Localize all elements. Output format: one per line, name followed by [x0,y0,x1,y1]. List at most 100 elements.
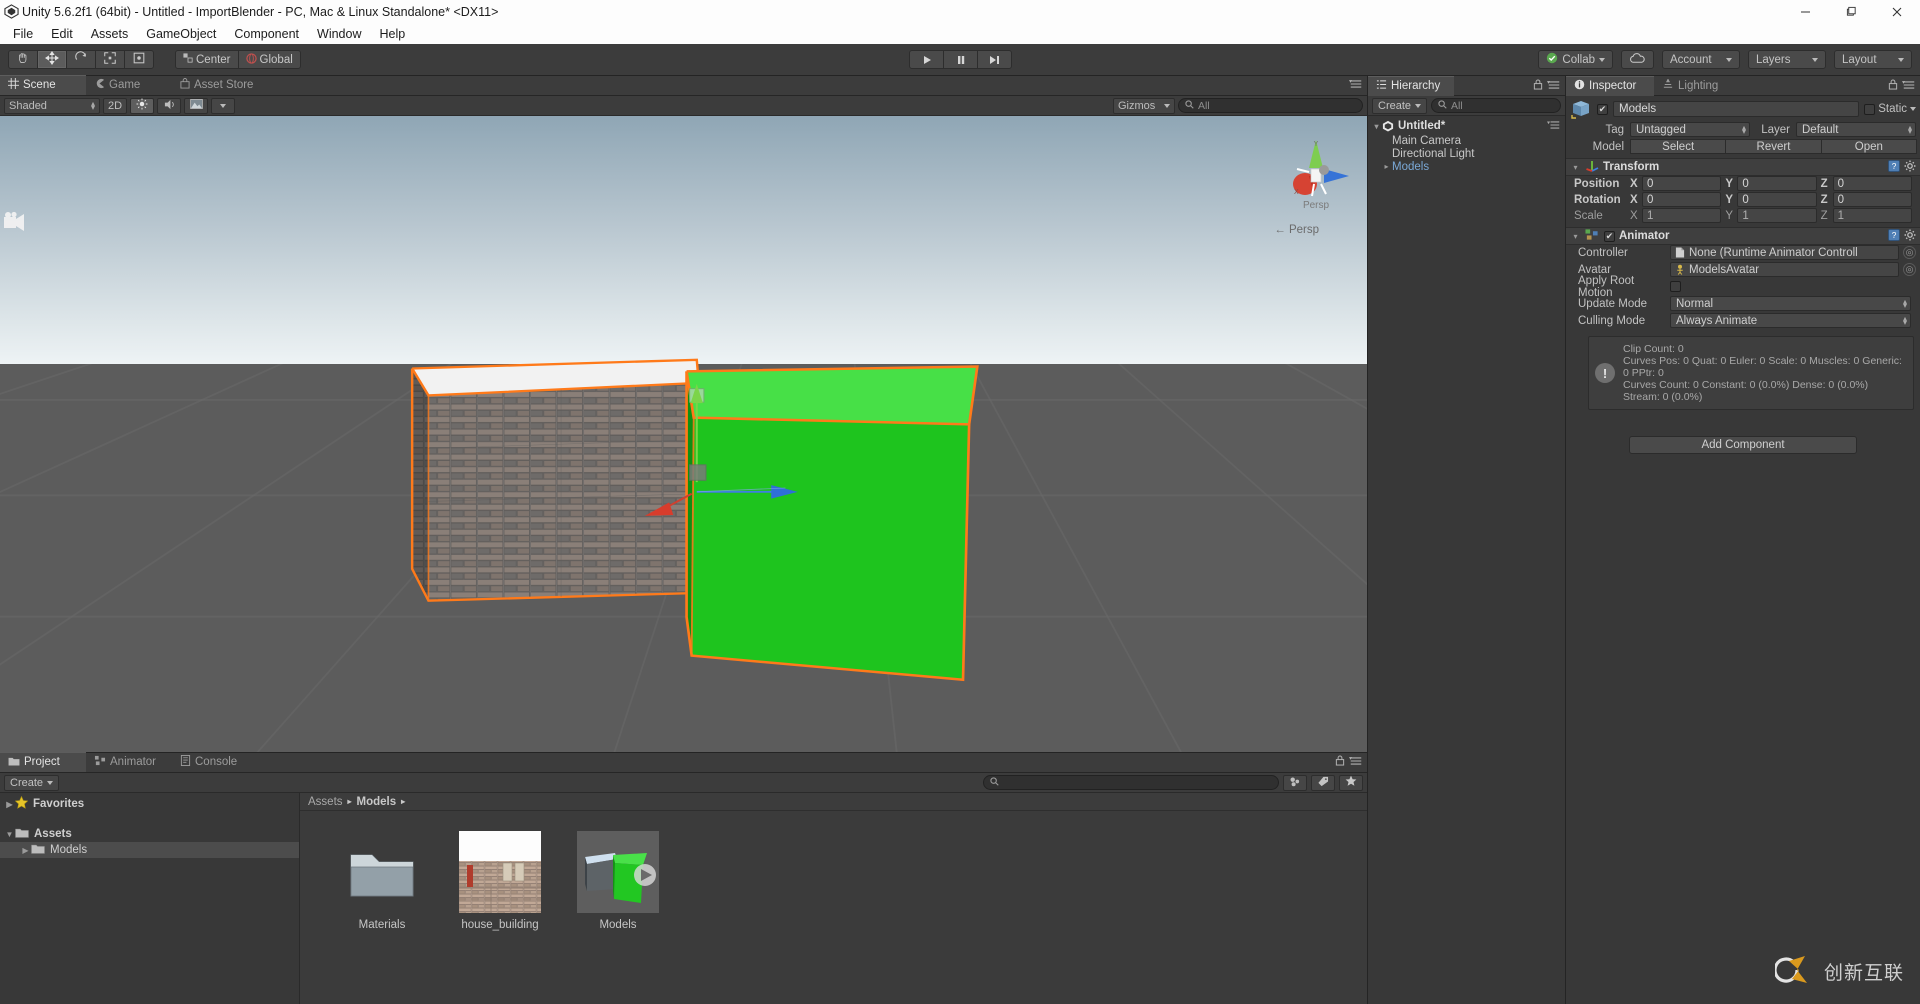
scene-audio-toggle[interactable] [157,98,181,114]
filter-by-type-button[interactable] [1283,775,1307,791]
model-revert-button[interactable]: Revert [1725,139,1821,154]
avatar-object-field[interactable]: ModelsAvatar [1670,262,1899,277]
gameobject-name-input[interactable]: Models [1613,101,1859,117]
position-x-value[interactable]: 0 [1642,176,1721,191]
scene-lighting-toggle[interactable] [130,98,154,114]
pivot-mode-button[interactable]: Center [175,50,239,69]
project-create-button[interactable]: Create [4,775,59,791]
hierarchy-row-directional-light[interactable]: Directional Light [1368,147,1565,160]
position-x-field[interactable]: X 0 [1630,176,1721,191]
maximize-button[interactable] [1828,0,1874,23]
scene-search-input[interactable]: All [1178,98,1363,113]
gizmos-dropdown[interactable]: Gizmos [1113,98,1175,114]
add-component-button[interactable]: Add Component [1629,436,1857,454]
hierarchy-row-models[interactable]: ▸ Models [1368,160,1565,173]
layers-button[interactable]: Layers [1748,50,1826,69]
play-button[interactable] [909,50,944,69]
transform-component-header[interactable]: ▾ Transform ? [1566,158,1920,176]
position-z-field[interactable]: Z 0 [1821,176,1912,191]
scale-z-value[interactable]: 1 [1833,208,1912,223]
static-toggle-group[interactable]: Static [1864,103,1916,115]
lock-icon[interactable] [1533,79,1543,93]
position-z-value[interactable]: 0 [1833,176,1912,191]
tag-dropdown[interactable]: Untagged ▴▾ [1630,122,1750,137]
chevron-down-icon[interactable]: ▾ [1371,122,1382,131]
rect-tool-button[interactable] [124,50,154,69]
layout-button[interactable]: Layout [1834,50,1912,69]
menu-item-file[interactable]: File [4,25,42,43]
scene-axis-gizmo[interactable]: Y X [1279,138,1353,212]
scale-x-value[interactable]: 1 [1642,208,1721,223]
hierarchy-search-input[interactable]: All [1431,98,1561,113]
breadcrumb-assets[interactable]: Assets [308,796,343,808]
house-building-cube[interactable] [412,360,699,601]
chevron-right-icon[interactable]: ▶ [20,846,31,855]
scene-objects[interactable] [0,116,1367,752]
tab-console[interactable]: Console [172,752,258,772]
chevron-down-icon[interactable]: ▾ [1570,232,1581,241]
tab-project[interactable]: Project [0,752,86,772]
chevron-right-icon[interactable]: ▶ [4,800,15,809]
model-select-button[interactable]: Select [1630,139,1726,154]
tree-row-favorites[interactable]: ▶ Favorites [0,796,299,812]
asset-item-materials[interactable]: Materials [334,831,430,931]
rotation-z-value[interactable]: 0 [1833,192,1912,207]
account-button[interactable]: Account [1662,50,1740,69]
rotation-z-field[interactable]: Z 0 [1821,192,1912,207]
menu-item-help[interactable]: Help [370,25,414,43]
scene-context-menu-icon[interactable] [1547,120,1561,133]
position-y-value[interactable]: 0 [1737,176,1816,191]
gear-icon[interactable] [1904,160,1916,175]
breadcrumb-models[interactable]: Models [357,796,397,808]
menu-item-edit[interactable]: Edit [42,25,82,43]
close-button[interactable] [1874,0,1920,23]
position-y-field[interactable]: Y 0 [1725,176,1816,191]
tree-row-models[interactable]: ▶ Models [0,842,299,858]
camera-gizmo-icon[interactable] [4,211,30,236]
add-favorite-button[interactable] [1339,775,1363,791]
menu-item-assets[interactable]: Assets [82,25,138,43]
hamburger-icon[interactable] [1349,78,1363,92]
hamburger-icon[interactable] [1349,755,1363,769]
cloud-services-button[interactable] [1621,50,1654,69]
hamburger-icon[interactable] [1902,79,1916,93]
shading-mode-dropdown[interactable]: Shaded ▴▾ [4,98,100,114]
hand-tool-button[interactable] [8,50,38,69]
hamburger-icon[interactable] [1547,79,1561,93]
controller-object-field[interactable]: None (Runtime Animator Controll [1670,245,1899,260]
tree-row-assets[interactable]: ▼ Assets [0,826,299,842]
green-cube[interactable] [687,367,978,680]
animator-enabled-checkbox[interactable]: ✔ [1604,231,1615,242]
scale-tool-button[interactable] [95,50,125,69]
tab-asset-store[interactable]: Asset Store [172,75,267,95]
menu-item-component[interactable]: Component [225,25,308,43]
rotation-y-field[interactable]: Y 0 [1725,192,1816,207]
asset-item-house-building[interactable]: house_building [452,831,548,931]
2d-toggle-button[interactable]: 2D [103,98,127,114]
scale-y-field[interactable]: Y 1 [1725,208,1816,223]
hierarchy-row-scene[interactable]: ▾ Untitled* [1368,118,1565,134]
chevron-down-icon[interactable] [1910,107,1916,111]
rotation-x-value[interactable]: 0 [1642,192,1721,207]
culling-mode-dropdown[interactable]: Always Animate ▴▾ [1670,313,1911,328]
animator-component-header[interactable]: ▾ ✔ Animator ? [1566,227,1920,245]
project-search-input[interactable] [983,775,1279,790]
help-icon[interactable]: ? [1888,229,1900,244]
hierarchy-create-button[interactable]: Create [1372,98,1427,114]
menu-item-window[interactable]: Window [308,25,370,43]
filter-by-label-button[interactable] [1311,775,1335,791]
scene-fx-caret[interactable] [211,98,235,114]
pause-button[interactable] [943,50,978,69]
rotation-x-field[interactable]: X 0 [1630,192,1721,207]
apply-root-motion-checkbox[interactable] [1670,281,1681,292]
static-checkbox[interactable] [1864,104,1875,115]
rotation-y-value[interactable]: 0 [1737,192,1816,207]
tab-lighting[interactable]: Lighting [1654,76,1734,96]
tab-scene[interactable]: Scene [0,75,86,95]
scale-y-value[interactable]: 1 [1737,208,1816,223]
help-icon[interactable]: ? [1888,160,1900,175]
chevron-down-icon[interactable]: ▼ [4,830,15,839]
gameobject-enabled-checkbox[interactable]: ✔ [1597,104,1608,115]
tab-inspector[interactable]: Inspector [1566,76,1654,96]
scale-x-field[interactable]: X 1 [1630,208,1721,223]
